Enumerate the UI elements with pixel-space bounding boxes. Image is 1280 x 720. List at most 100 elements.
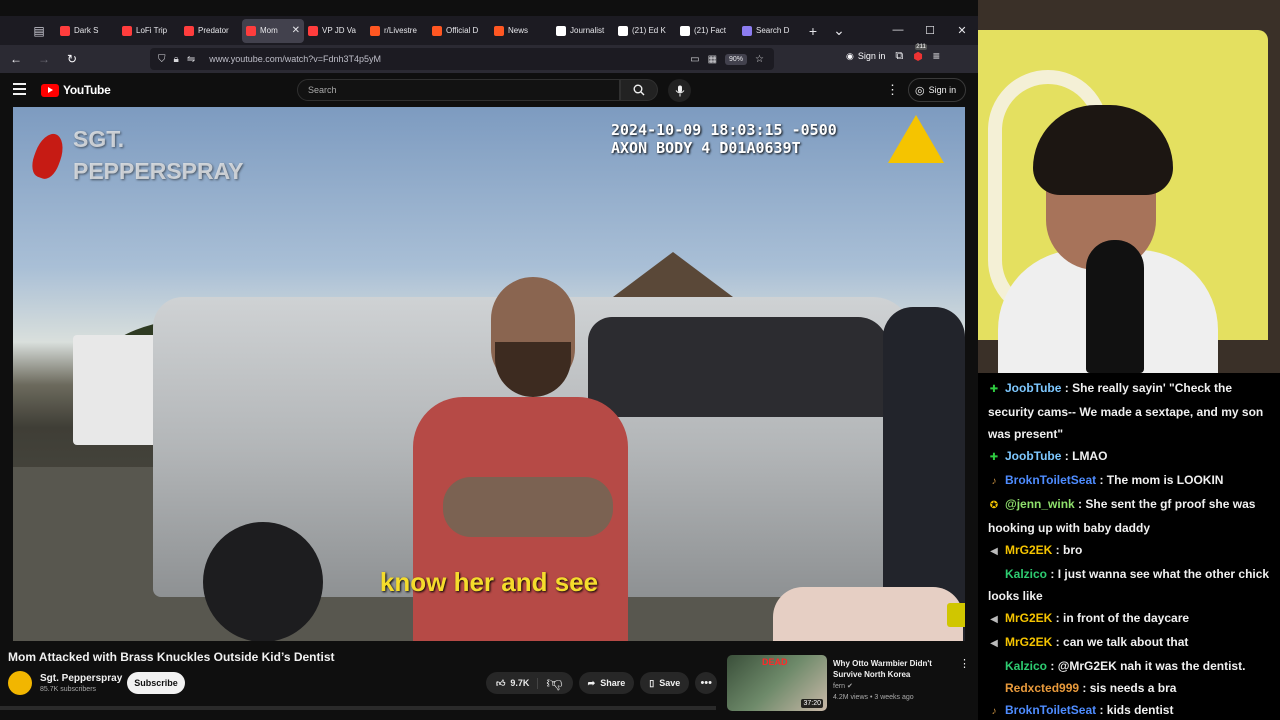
tab-label: VP JD Va xyxy=(322,26,356,35)
shield-icon[interactable]: ⛉ xyxy=(158,54,166,65)
bookmark-icon: ▯ xyxy=(649,677,655,688)
browser-tab[interactable]: r/Livestre xyxy=(366,19,428,43)
maximize-icon[interactable]: ☐ xyxy=(914,24,946,37)
subscriber-count: 85.7K subscribers xyxy=(40,686,97,693)
chat-username[interactable]: MrG2EK xyxy=(1005,611,1052,625)
new-tab-icon[interactable]: + xyxy=(800,20,826,42)
chat-text: sis needs a bra xyxy=(1089,681,1177,695)
forward-icon[interactable]: → xyxy=(32,48,56,70)
subscribe-button[interactable]: Subscribe xyxy=(127,672,185,694)
axon-logo-icon xyxy=(888,115,944,163)
extensions-icon[interactable]: ⧉ xyxy=(895,50,903,63)
guide-menu-icon[interactable] xyxy=(13,83,26,98)
chat-badge-icon: ✪ xyxy=(989,500,999,511)
recommended-title[interactable]: Why Otto Warmbier Didn't Survive North K… xyxy=(833,658,951,680)
reader-icon[interactable]: ▦ xyxy=(708,54,717,65)
tab-favicon-icon xyxy=(742,25,752,36)
toolbar-right: ◉ Sign in ⧉ ⬢ 211 ≡ xyxy=(846,43,940,63)
back-icon[interactable]: ← xyxy=(4,48,28,70)
tab-label: Dark S xyxy=(74,26,99,35)
share-button[interactable]: ➦ Share xyxy=(578,672,635,694)
video-duration: 37:20 xyxy=(801,699,823,708)
search-button[interactable] xyxy=(620,79,658,101)
chat-badge-icon: ◀ xyxy=(990,546,998,557)
chat-username[interactable]: Redxcted999 xyxy=(1005,681,1079,695)
youtube-signin-button[interactable]: ◎ Sign in xyxy=(908,78,966,102)
close-tab-icon[interactable]: ✕ xyxy=(292,25,300,36)
recommended-thumbnail[interactable]: DEAD 37:20 xyxy=(727,655,827,711)
tab-favicon-icon xyxy=(308,25,318,36)
chat-username[interactable]: MrG2EK xyxy=(1005,635,1052,649)
chat-text: in front of the daycare xyxy=(1063,611,1190,625)
lock-icon[interactable]: 🔒︎ xyxy=(174,54,179,65)
browser-tab[interactable]: Mom ✕ xyxy=(242,18,304,43)
search-input[interactable]: Search xyxy=(297,79,620,101)
youtube-logo[interactable]: YouTube xyxy=(41,83,111,97)
browser-tab[interactable]: Predator xyxy=(180,19,242,43)
video-player[interactable]: SGT. PEPPERSPRAY 2024-10-09 18:03:15 -05… xyxy=(13,107,965,641)
zoom-level[interactable]: 90% xyxy=(725,53,748,65)
account-button[interactable]: ◉ Sign in xyxy=(846,51,885,62)
chat-username[interactable]: Kalzico xyxy=(1005,659,1047,673)
browser-tab[interactable]: News xyxy=(490,19,552,43)
chat-panel: ✚ JoobTube : She really sayin' "Check the… xyxy=(978,373,1280,720)
picture-in-picture-icon[interactable]: ▭ xyxy=(690,54,699,65)
browser-tab[interactable]: Journalist xyxy=(552,19,614,43)
chat-separator: : xyxy=(1096,703,1107,717)
tab-favicon-icon xyxy=(370,25,380,36)
browser-tab[interactable]: (21) Fact xyxy=(676,19,738,43)
list-all-tabs-icon[interactable]: ⌄ xyxy=(826,20,852,42)
chat-username[interactable]: MrG2EK xyxy=(1005,543,1052,557)
more-actions-icon[interactable]: ••• xyxy=(695,672,718,694)
youtube-play-icon xyxy=(41,83,59,97)
dislike-button[interactable]: 👎︎ xyxy=(538,674,572,693)
chat-message: ✚ JoobTube : She really sayin' "Check the… xyxy=(988,377,1270,445)
channel-bug-icon[interactable] xyxy=(947,603,965,627)
url-bar[interactable]: ⛉ 🔒︎ ⇋ www.youtube.com/watch?v=Fdnh3T4p5… xyxy=(150,48,774,70)
streamer-webcam xyxy=(978,0,1280,373)
minimize-icon[interactable]: — xyxy=(882,24,914,37)
voice-search-button[interactable] xyxy=(668,79,691,102)
browser-tab[interactable]: Search D xyxy=(738,19,800,43)
chat-username[interactable]: BroknToiletSeat xyxy=(1005,473,1096,487)
recommended-channel[interactable]: fern ✔ xyxy=(833,682,853,690)
like-button[interactable]: 👍︎ 9.7K xyxy=(486,677,539,689)
channel-name[interactable]: Sgt. Pepperspray xyxy=(40,673,122,684)
page-scroll-edge xyxy=(0,706,716,710)
video-truck-window xyxy=(588,317,888,417)
url-text[interactable]: www.youtube.com/watch?v=Fdnh3T4p5yM xyxy=(209,54,381,64)
chat-username[interactable]: Kalzico xyxy=(1005,567,1047,581)
app-menu-icon[interactable]: ≡ xyxy=(933,49,940,63)
bookmark-star-icon[interactable]: ☆ xyxy=(755,54,764,65)
chat-text: The mom is LOOKIN xyxy=(1106,473,1224,487)
chat-message: Kalzico : @MrG2EK nah it was the dentist… xyxy=(988,655,1270,677)
video-title: Mom Attacked with Brass Knuckles Outside… xyxy=(8,650,335,664)
tab-list-icon[interactable]: ▤ xyxy=(26,20,52,42)
browser-tab[interactable]: Official D xyxy=(428,19,490,43)
browser-tab[interactable]: VP JD Va xyxy=(304,19,366,43)
close-window-icon[interactable]: ✕ xyxy=(946,24,978,37)
chat-username[interactable]: JoobTube xyxy=(1005,449,1061,463)
chat-message: ✚ JoobTube : LMAO xyxy=(988,445,1270,469)
microphone-icon xyxy=(675,85,684,96)
reload-icon[interactable]: ↻ xyxy=(60,48,84,70)
tab-favicon-icon xyxy=(494,25,504,36)
channel-avatar[interactable] xyxy=(8,671,32,695)
tab-label: Official D xyxy=(446,26,479,35)
tab-label: r/Livestre xyxy=(384,26,417,35)
chat-username[interactable]: @jenn_wink xyxy=(1005,497,1075,511)
save-button[interactable]: ▯ Save xyxy=(640,672,690,694)
tab-label: Journalist xyxy=(570,26,605,35)
permissions-icon[interactable]: ⇋ xyxy=(187,54,195,65)
browser-tab[interactable]: (21) Ed K xyxy=(614,19,676,43)
tab-favicon-icon xyxy=(556,25,566,36)
settings-more-icon[interactable]: ⋮ xyxy=(886,82,899,98)
recommended-menu-icon[interactable]: ⋮ xyxy=(959,657,970,670)
chat-username[interactable]: BroknToiletSeat xyxy=(1005,703,1096,717)
ublock-icon[interactable]: ⬢ 211 xyxy=(913,43,927,63)
browser-tab[interactable]: Dark S xyxy=(56,19,118,43)
chat-separator: : xyxy=(1096,473,1107,487)
chat-username[interactable]: JoobTube xyxy=(1005,381,1061,395)
browser-tab[interactable]: LoFi Trip xyxy=(118,19,180,43)
recommended-video[interactable]: DEAD 37:20 Why Otto Warmbier Didn't Surv… xyxy=(727,655,972,715)
